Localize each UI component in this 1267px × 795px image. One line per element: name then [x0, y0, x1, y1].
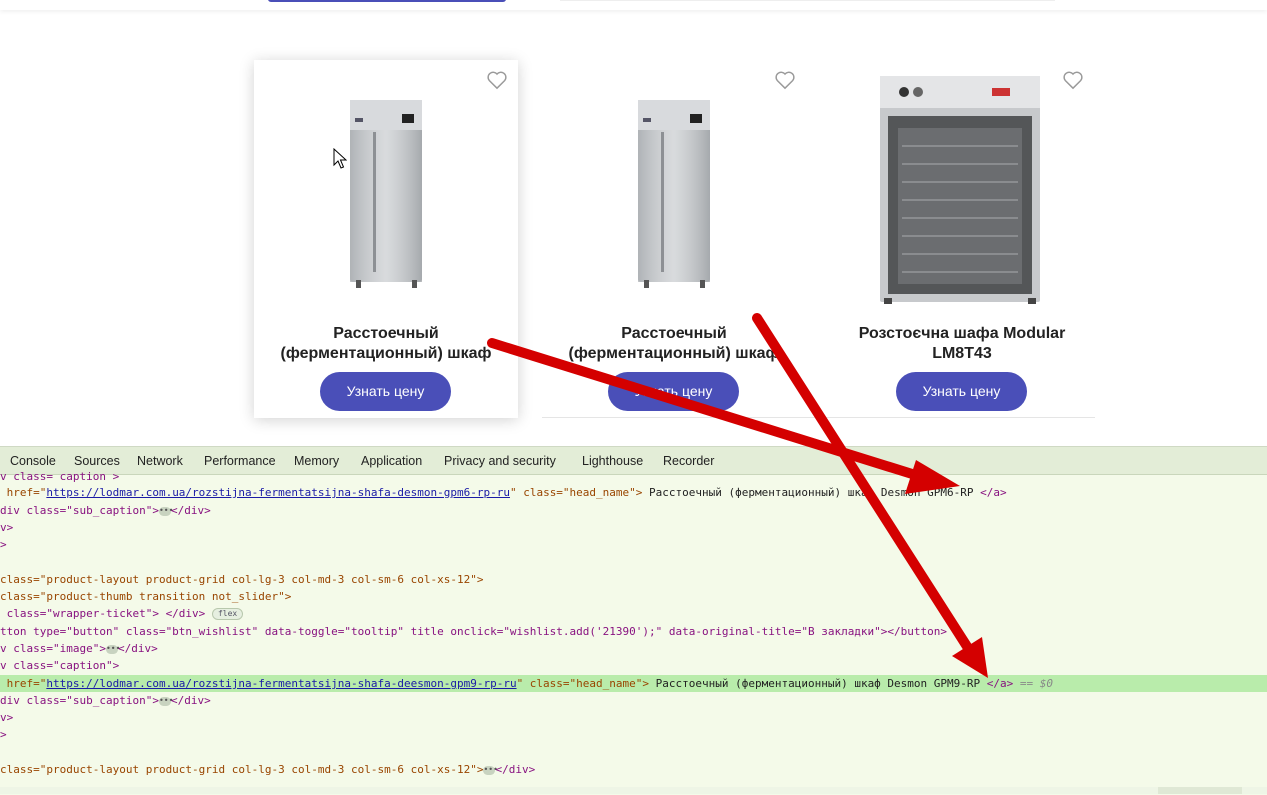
code-line-selected[interactable]: href="https://lodmar.com.ua/rozstijna-fe… — [0, 675, 1267, 692]
code-text: div class="sub_caption"> — [0, 504, 159, 517]
code-text: > — [0, 728, 7, 741]
code-text: " class="head_name"> — [516, 677, 656, 690]
code-text: </div> — [170, 694, 211, 707]
product-title[interactable]: Расстоечный (ферментационный) шкаф — [266, 324, 506, 364]
code-line[interactable]: class="product-thumb transition not_slid… — [0, 588, 291, 605]
devtools-tab-bar: Console Sources Network Performance Memo… — [0, 447, 1267, 475]
code-text: href=" — [0, 677, 47, 690]
code-text: v class= caption > — [0, 470, 120, 483]
product-image[interactable] — [564, 72, 784, 312]
code-text: </div> — [117, 642, 158, 655]
code-text: </div> — [495, 763, 536, 776]
tab-application[interactable]: Application — [361, 454, 422, 468]
status-bar-segment — [1158, 787, 1242, 794]
code-text: Расстоечный (ферментационный) шкаф Desmo… — [655, 677, 981, 690]
product-card[interactable]: Розстоєчна шафа Modular LM8T43 Узнать це… — [830, 60, 1094, 418]
code-text: > — [0, 538, 7, 551]
ellipsis-icon[interactable]: ••• — [158, 506, 173, 516]
code-text: Расстоечный (ферментационный) шкаф Desmo… — [649, 486, 974, 499]
code-text: v class="caption"> — [0, 659, 120, 672]
page-header-strip — [0, 0, 1267, 10]
get-price-button[interactable]: Узнать цену — [896, 372, 1027, 411]
code-line[interactable]: > — [0, 726, 7, 743]
code-text: </a> — [980, 677, 1014, 690]
flex-badge[interactable]: flex — [211, 608, 244, 620]
product-title[interactable]: Розстоєчна шафа Modular LM8T43 — [842, 324, 1082, 364]
code-line[interactable]: v> — [0, 519, 13, 536]
tab-lighthouse[interactable]: Lighthouse — [582, 454, 643, 468]
devtools-panel: Console Sources Network Performance Memo… — [0, 446, 1267, 795]
code-line[interactable]: div class="sub_caption">•••</div> — [0, 502, 211, 519]
product-image[interactable] — [852, 72, 1072, 312]
ellipsis-icon[interactable]: ••• — [483, 765, 498, 775]
code-link[interactable]: https://lodmar.com.ua/rozstijna-fermenta… — [46, 486, 510, 499]
code-line[interactable]: v class="caption"> — [0, 657, 119, 674]
ellipsis-icon[interactable]: ••• — [158, 696, 173, 706]
tab-network[interactable]: Network — [137, 454, 183, 468]
code-text: class="product-layout product-grid col-l… — [0, 763, 484, 776]
code-line[interactable]: v class= caption > — [0, 468, 119, 485]
tab-recorder[interactable]: Recorder — [663, 454, 714, 468]
code-line[interactable]: tton type="button" class="btn_wishlist" … — [0, 623, 947, 640]
code-line[interactable]: href="https://lodmar.com.ua/rozstijna-fe… — [0, 484, 1007, 501]
code-text: v> — [0, 521, 14, 534]
product-title[interactable]: Расстоечный (ферментационный) шкаф — [554, 324, 794, 364]
tab-memory[interactable]: Memory — [294, 454, 339, 468]
tab-sources[interactable]: Sources — [74, 454, 120, 468]
mouse-cursor-icon — [333, 148, 347, 169]
header-button-edge[interactable] — [268, 0, 506, 2]
code-link[interactable]: https://lodmar.com.ua/rozstijna-fermenta… — [46, 677, 516, 690]
ellipsis-icon[interactable]: ••• — [105, 644, 120, 654]
code-text: class="product-layout product-grid col-l… — [0, 573, 484, 586]
code-text: " class="head_name"> — [509, 486, 650, 499]
product-card[interactable]: Расстоечный (ферментационный) шкаф Узнат… — [254, 60, 518, 418]
code-text: class="product-thumb transition not_slid… — [0, 590, 292, 603]
cards-divider — [542, 417, 1095, 418]
code-text: v class="image"> — [0, 642, 106, 655]
product-card[interactable]: Расстоечный (ферментационный) шкаф Узнат… — [542, 60, 806, 418]
code-text: v> — [0, 711, 14, 724]
code-text: </div> — [170, 504, 211, 517]
devtools-status-bar — [0, 787, 1267, 794]
code-line[interactable]: v> — [0, 709, 13, 726]
selected-node-marker: == $0 — [1013, 677, 1054, 690]
get-price-button[interactable]: Узнать цену — [320, 372, 451, 411]
code-text: href=" — [0, 486, 47, 499]
code-text: class="wrapper-ticket"> </div> — [0, 607, 206, 620]
code-line[interactable]: class="product-layout product-grid col-l… — [0, 571, 483, 588]
code-text: tton type="button" class="btn_wishlist" … — [0, 625, 948, 638]
tab-performance[interactable]: Performance — [204, 454, 276, 468]
code-text: </a> — [973, 486, 1007, 499]
get-price-button[interactable]: Узнать цену — [608, 372, 739, 411]
code-text: div class="sub_caption"> — [0, 694, 159, 707]
product-image[interactable] — [276, 72, 496, 312]
tab-privacy-security[interactable]: Privacy and security — [444, 454, 556, 468]
tab-console[interactable]: Console — [10, 454, 56, 468]
code-line[interactable]: > — [0, 536, 7, 553]
header-divider — [560, 0, 1055, 1]
code-line[interactable]: class="product-layout product-grid col-l… — [0, 761, 535, 778]
code-line[interactable]: div class="sub_caption">•••</div> — [0, 692, 211, 709]
code-line[interactable]: v class="image">•••</div> — [0, 640, 158, 657]
code-line[interactable]: class="wrapper-ticket"> </div> flex — [0, 605, 244, 622]
